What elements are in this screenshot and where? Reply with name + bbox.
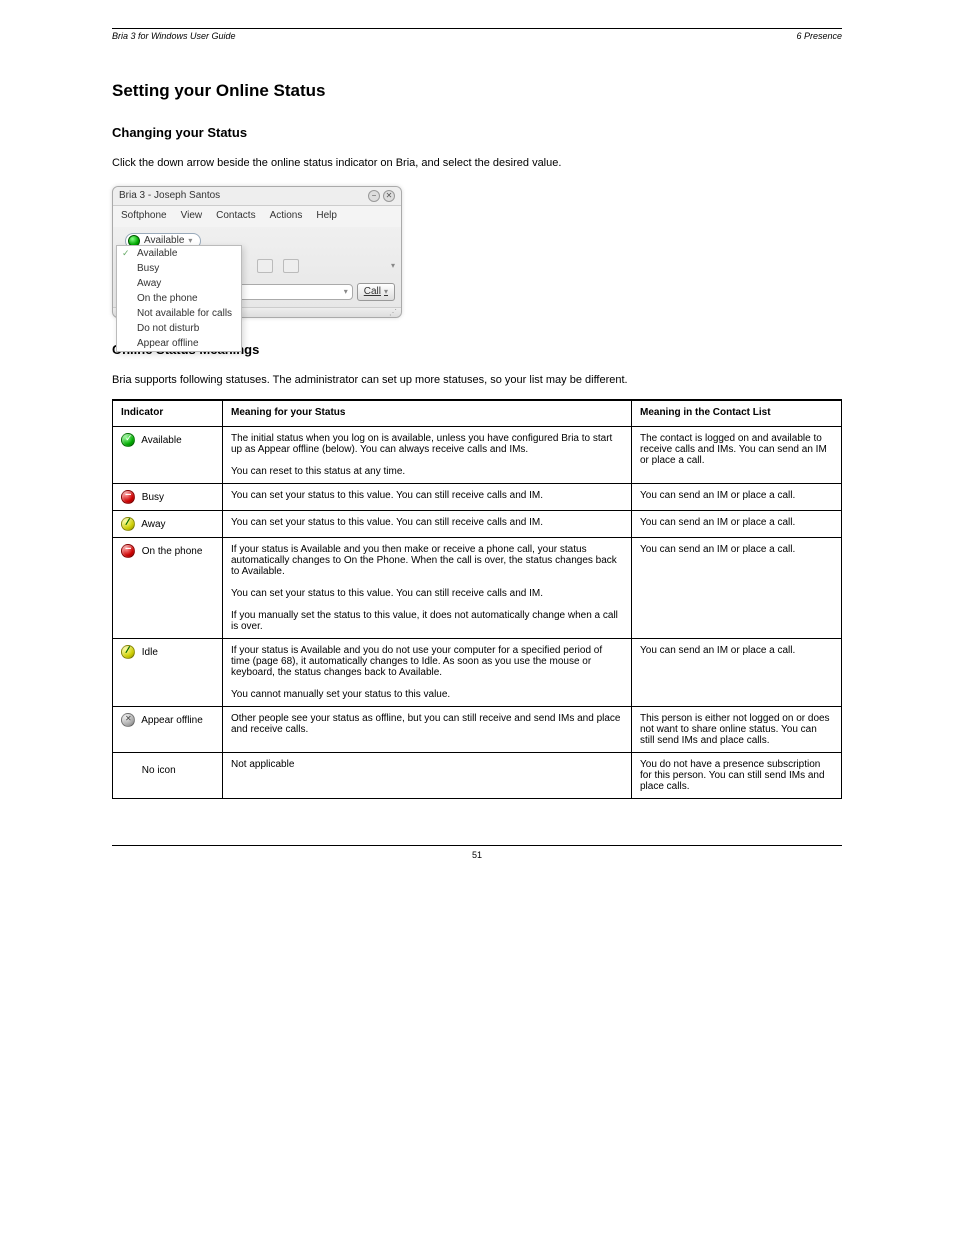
call-button-label: Call — [364, 286, 381, 297]
softphone-window: Bria 3 - Joseph Santos − ✕ Softphone Vie… — [112, 186, 402, 318]
cell-indicator: Appear offline — [113, 706, 223, 752]
menu-contacts[interactable]: Contacts — [216, 210, 255, 221]
envelope-icon[interactable] — [257, 259, 273, 273]
header-left: Bria 3 for Windows User Guide — [112, 31, 235, 41]
cell-contact-list: This person is either not logged on or d… — [632, 706, 842, 752]
page-footer: 51 — [112, 845, 842, 860]
col-header-indicator: Indicator — [113, 400, 223, 427]
cell-contact-list: You can send an IM or place a call. — [632, 483, 842, 510]
dropdown-item-busy[interactable]: Busy — [117, 261, 241, 276]
indicator-label: On the phone — [139, 546, 202, 557]
header-right: 6 Presence — [796, 31, 842, 41]
cell-indicator: Idle — [113, 638, 223, 706]
indicator-label: Away — [139, 519, 166, 530]
cell-indicator: Available — [113, 426, 223, 483]
people-icon[interactable] — [283, 259, 299, 273]
cell-contact-list: You can send an IM or place a call. — [632, 510, 842, 537]
softphone-menubar: Softphone View Contacts Actions Help — [113, 206, 401, 227]
dropdown-item-available[interactable]: Available — [117, 246, 241, 261]
cell-meaning: If your status is Available and you do n… — [223, 638, 632, 706]
cell-meaning: If your status is Available and you then… — [223, 537, 632, 638]
cell-indicator: On the phone — [113, 537, 223, 638]
chevron-down-icon: ▾ — [344, 287, 348, 296]
cell-indicator: Busy — [113, 483, 223, 510]
menu-softphone[interactable]: Softphone — [121, 210, 167, 221]
para-status-meanings: Bria supports following statuses. The ad… — [112, 373, 842, 389]
chevron-down-icon: ▾ — [384, 287, 388, 296]
cell-meaning: You can set your status to this value. Y… — [223, 510, 632, 537]
page-number: 51 — [472, 850, 482, 860]
header-rule — [112, 28, 842, 29]
table-row: No icon Not applicableYou do not have a p… — [113, 752, 842, 798]
dropdown-item-away[interactable]: Away — [117, 276, 241, 291]
status-red-icon — [121, 544, 135, 558]
indicator-label: Busy — [139, 492, 164, 503]
dropdown-item-on-the-phone[interactable]: On the phone — [117, 291, 241, 306]
indicator-label: Idle — [139, 647, 158, 658]
cell-meaning: Not applicable — [223, 752, 632, 798]
cell-meaning: You can set your status to this value. Y… — [223, 483, 632, 510]
cell-indicator: No icon — [113, 752, 223, 798]
table-row: Away You can set your status to this valu… — [113, 510, 842, 537]
softphone-title-text: Bria 3 - Joseph Santos — [119, 190, 220, 201]
status-table: Indicator Meaning for your Status Meanin… — [112, 399, 842, 799]
cell-contact-list: You do not have a presence subscription … — [632, 752, 842, 798]
status-green-icon — [121, 433, 135, 447]
status-yellow-icon — [121, 517, 135, 531]
chevron-down-icon[interactable]: ▾ — [391, 261, 395, 270]
status-yellow-icon — [121, 645, 135, 659]
table-row: Available The initial status when you log… — [113, 426, 842, 483]
cell-contact-list: You can send an IM or place a call. — [632, 638, 842, 706]
status-none-icon — [121, 759, 135, 773]
dropdown-item-appear-offline[interactable]: Appear offline — [117, 336, 241, 351]
call-button[interactable]: Call ▾ — [357, 283, 395, 301]
heading-changing-status: Changing your Status — [112, 125, 842, 140]
cell-indicator: Away — [113, 510, 223, 537]
cell-meaning: Other people see your status as offline,… — [223, 706, 632, 752]
indicator-label: Appear offline — [139, 715, 203, 726]
dropdown-item-do-not-disturb[interactable]: Do not disturb — [117, 321, 241, 336]
status-red-icon — [121, 490, 135, 504]
status-dropdown[interactable]: Available Busy Away On the phone Not ava… — [116, 245, 242, 352]
col-header-contact-list: Meaning in the Contact List — [632, 400, 842, 427]
menu-actions[interactable]: Actions — [270, 210, 303, 221]
dropdown-item-not-available[interactable]: Not available for calls — [117, 306, 241, 321]
menu-help[interactable]: Help — [316, 210, 337, 221]
softphone-titlebar: Bria 3 - Joseph Santos − ✕ — [113, 187, 401, 206]
cell-meaning: The initial status when you log on is av… — [223, 426, 632, 483]
close-icon[interactable]: ✕ — [383, 190, 395, 202]
table-row: On the phone If your status is Available … — [113, 537, 842, 638]
minimize-icon[interactable]: − — [368, 190, 380, 202]
table-row: Busy You can set your status to this valu… — [113, 483, 842, 510]
page-header: Bria 3 for Windows User Guide 6 Presence — [112, 31, 842, 41]
status-grey-icon — [121, 713, 135, 727]
heading-setting-status: Setting your Online Status — [112, 81, 842, 101]
cell-contact-list: You can send an IM or place a call. — [632, 537, 842, 638]
menu-view[interactable]: View — [181, 210, 203, 221]
indicator-label: Available — [139, 435, 182, 446]
col-header-meaning: Meaning for your Status — [223, 400, 632, 427]
para-changing-status: Click the down arrow beside the online s… — [112, 156, 842, 172]
table-row: Idle If your status is Available and you … — [113, 638, 842, 706]
indicator-label: No icon — [139, 765, 176, 776]
table-row: Appear offline Other people see your stat… — [113, 706, 842, 752]
cell-contact-list: The contact is logged on and available t… — [632, 426, 842, 483]
